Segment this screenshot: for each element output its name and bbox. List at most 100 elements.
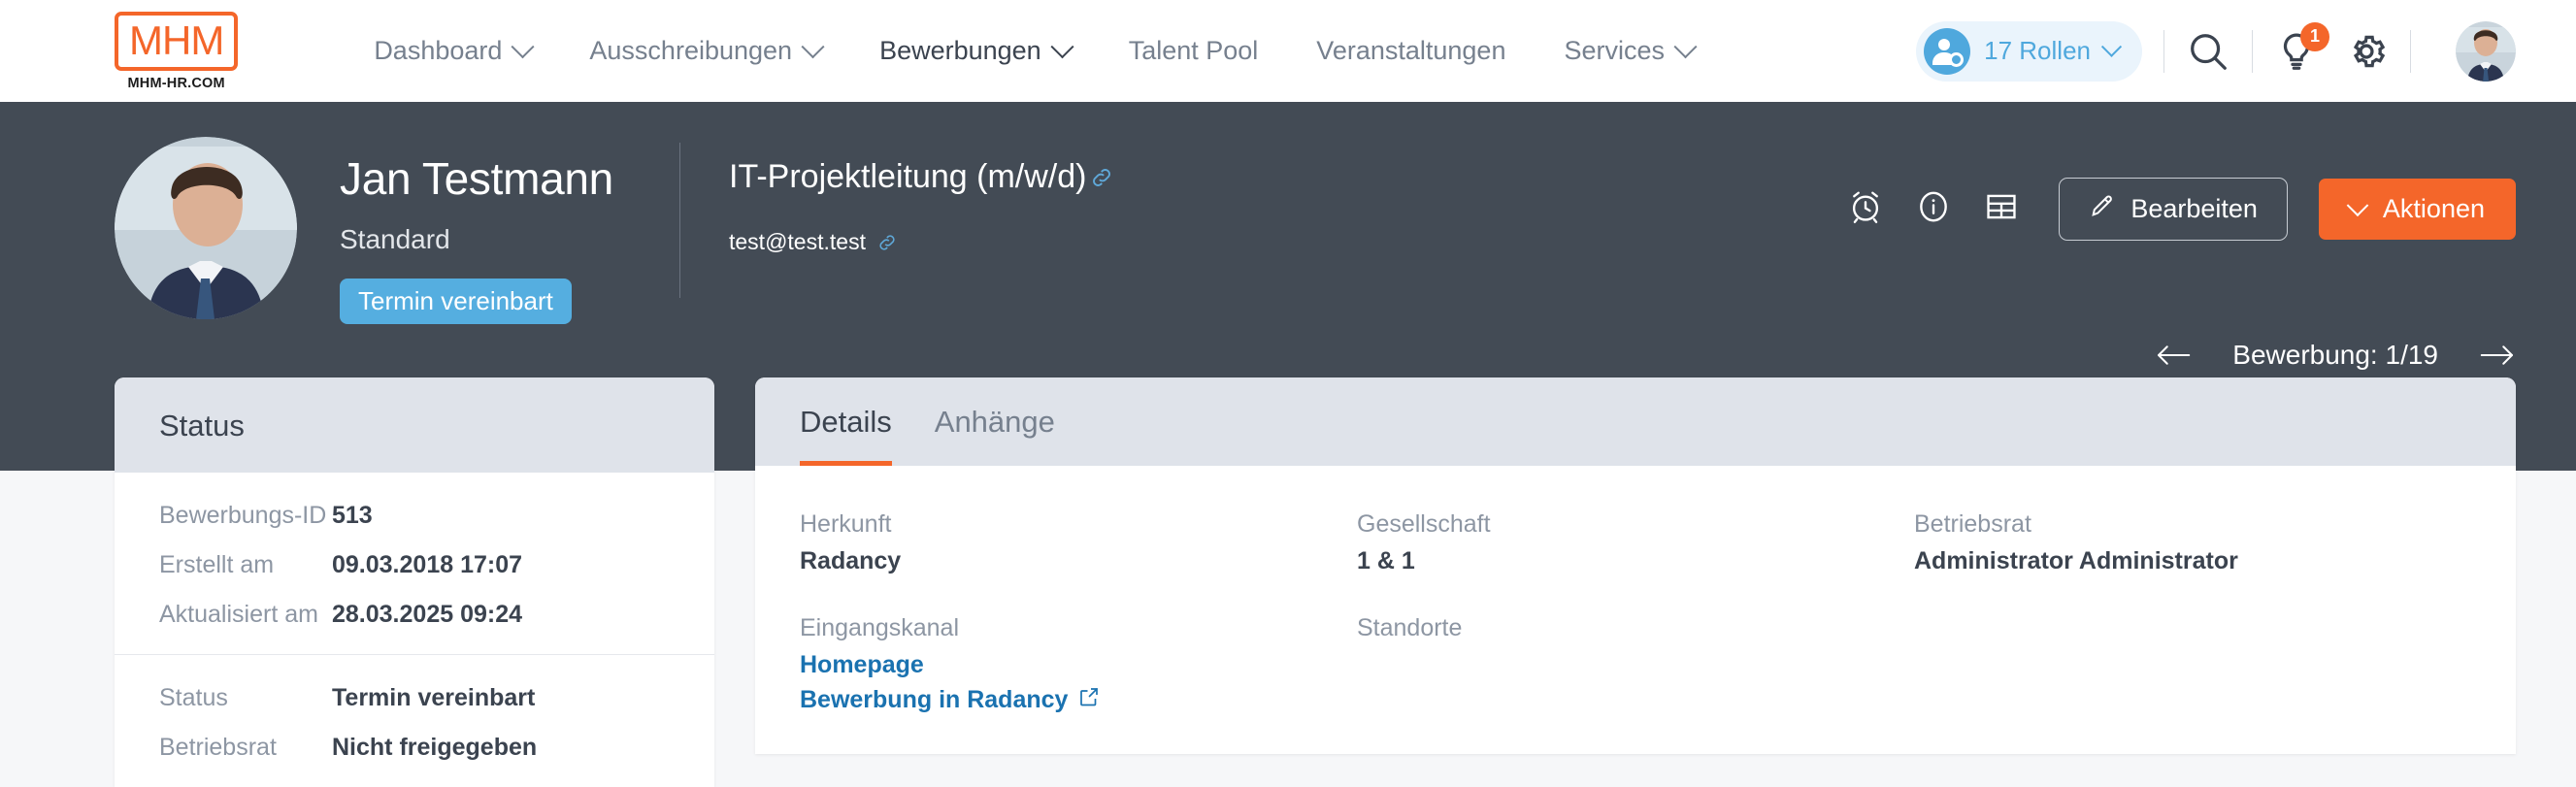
divider xyxy=(2163,29,2164,73)
link-icon[interactable] xyxy=(1089,165,1114,190)
nav-label: Veranstaltungen xyxy=(1316,36,1506,65)
nav-item-veranstaltungen[interactable]: Veranstaltungen xyxy=(1316,36,1505,66)
gear-icon[interactable] xyxy=(2344,29,2389,74)
field-eingangskanal: Eingangskanal Homepage Bewerbung in Rada… xyxy=(800,614,1318,715)
field-value: Radancy xyxy=(800,547,902,574)
nav-item-ausschreibungen[interactable]: Ausschreibungen xyxy=(589,35,825,66)
row-value: 513 xyxy=(332,502,373,529)
field-herkunft: Herkunft Radancy xyxy=(800,510,1318,575)
user-avatar[interactable] xyxy=(2456,20,2516,82)
link-bewerbung-in-radancy[interactable]: Bewerbung in Radancy xyxy=(800,685,1318,715)
logo-caption: MHM-HR.COM xyxy=(127,75,225,91)
nav-item-services[interactable]: Services xyxy=(1564,35,1698,66)
link-label: Bewerbung in Radancy xyxy=(800,686,1069,713)
field-gesellschaft: Gesellschaft 1 & 1 xyxy=(1357,510,1875,575)
lightbulb-icon[interactable]: 1 xyxy=(2274,21,2329,74)
actions-button[interactable]: Aktionen xyxy=(2318,179,2516,240)
tab-anhaenge[interactable]: Anhänge xyxy=(935,405,1055,466)
tab-details[interactable]: Details xyxy=(800,405,892,466)
next-arrow-icon[interactable] xyxy=(2479,341,2516,370)
applicant-type: Standard xyxy=(340,224,450,254)
job-info: IT-Projektleitung (m/w/d) test@test.test xyxy=(729,131,1114,255)
field-standorte: Standorte xyxy=(1357,614,1875,642)
logo-text: MHM xyxy=(129,16,224,63)
field-label: Betriebsrat xyxy=(1914,510,2031,538)
applicant-name: Jan Testmann xyxy=(340,153,613,204)
chevron-down-icon xyxy=(801,35,825,59)
chevron-down-icon xyxy=(1050,35,1074,59)
status-group-state: Status Termin vereinbart Betriebsrat Nic… xyxy=(115,654,714,787)
row-value: 28.03.2025 09:24 xyxy=(332,601,523,628)
content-area: Status Bewerbungs-ID 513 Erstellt am 09.… xyxy=(0,377,2576,787)
status-card: Status Bewerbungs-ID 513 Erstellt am 09.… xyxy=(115,377,714,787)
details-content: Herkunft Radancy Eingangskanal Homepage … xyxy=(755,466,2516,754)
chevron-down-icon xyxy=(2346,193,2369,216)
top-navigation-bar: MHM MHM-HR.COM Dashboard Ausschreibungen… xyxy=(0,0,2576,102)
external-link-icon xyxy=(1077,685,1101,715)
table-icon[interactable] xyxy=(1983,188,2020,230)
details-column-1: Herkunft Radancy Eingangskanal Homepage … xyxy=(800,510,1357,754)
search-icon[interactable] xyxy=(2186,29,2230,74)
row-value: 09.03.2018 17:07 xyxy=(332,551,523,578)
nav-item-talent-pool[interactable]: Talent Pool xyxy=(1129,36,1259,66)
divider xyxy=(2252,29,2253,73)
edit-button[interactable]: Bearbeiten xyxy=(2059,178,2288,241)
divider xyxy=(679,143,680,298)
table-row: Bewerbungs-ID 513 xyxy=(159,502,670,530)
table-row: Aktualisiert am 28.03.2025 09:24 xyxy=(159,601,670,629)
row-value: Nicht freigegeben xyxy=(332,734,538,761)
status-badge: Termin vereinbart xyxy=(340,279,572,324)
link-icon[interactable] xyxy=(876,232,898,253)
table-row: Status Termin vereinbart xyxy=(159,684,670,712)
applicant-avatar xyxy=(115,137,297,319)
field-label: Gesellschaft xyxy=(1357,510,1491,538)
row-value: Termin vereinbart xyxy=(332,684,536,711)
nav-label: Talent Pool xyxy=(1128,36,1259,65)
brand-logo[interactable]: MHM MHM-HR.COM xyxy=(115,11,239,91)
previous-arrow-icon[interactable] xyxy=(2155,341,2192,370)
header-controls: 17 Rollen 1 xyxy=(1916,20,2516,82)
applicant-email-row[interactable]: test@test.test xyxy=(729,229,1114,255)
actions-button-label: Aktionen xyxy=(2382,194,2485,223)
chevron-down-icon xyxy=(511,35,535,59)
field-value: Administrator Administrator xyxy=(1914,547,2238,574)
user-gear-icon xyxy=(1924,27,1971,75)
details-column-2: Gesellschaft 1 & 1 Standorte xyxy=(1357,510,1914,754)
field-label: Eingangskanal xyxy=(800,614,960,641)
nav-label: Bewerbungen xyxy=(879,36,1041,65)
row-key: Erstellt am xyxy=(159,551,275,578)
field-betriebsrat: Betriebsrat Administrator Administrator xyxy=(1914,510,2432,575)
field-label: Herkunft xyxy=(800,510,892,538)
job-title: IT-Projektleitung (m/w/d) xyxy=(729,158,1087,195)
link-label: Homepage xyxy=(800,651,924,678)
row-key: Status xyxy=(159,684,228,711)
row-key: Bewerbungs-ID xyxy=(159,502,327,529)
edit-button-label: Bearbeiten xyxy=(2130,194,2258,223)
chevron-down-icon xyxy=(1673,35,1698,59)
nav-item-bewerbungen[interactable]: Bewerbungen xyxy=(879,35,1074,66)
chevron-down-icon xyxy=(2100,36,2123,57)
banner-action-bar: Bearbeiten Aktionen xyxy=(1847,178,2516,241)
roles-selector[interactable]: 17 Rollen xyxy=(1916,20,2142,82)
nav-label: Ausschreibungen xyxy=(589,36,793,65)
applicant-identity: Jan Testmann Standard Termin vereinbart xyxy=(340,131,679,324)
status-card-title: Status xyxy=(159,409,245,443)
link-homepage[interactable]: Homepage xyxy=(800,651,1318,679)
field-label: Standorte xyxy=(1357,614,1463,641)
row-key: Aktualisiert am xyxy=(159,601,318,628)
pager-label: Bewerbung: 1/19 xyxy=(2232,340,2438,370)
job-title-row[interactable]: IT-Projektleitung (m/w/d) xyxy=(729,158,1114,196)
details-column-3: Betriebsrat Administrator Administrator xyxy=(1914,510,2471,754)
info-circle-icon[interactable] xyxy=(1915,188,1952,230)
row-key: Betriebsrat xyxy=(159,734,277,761)
application-pager: Bewerbung: 1/19 xyxy=(2155,340,2516,371)
tab-list: Details Anhänge xyxy=(755,377,2516,466)
alarm-clock-icon[interactable] xyxy=(1847,188,1884,230)
nav-label: Services xyxy=(1564,36,1665,65)
nav-item-dashboard[interactable]: Dashboard xyxy=(374,35,535,66)
status-card-header: Status xyxy=(115,377,714,473)
pencil-icon xyxy=(2089,192,2116,226)
status-group-meta: Bewerbungs-ID 513 Erstellt am 09.03.2018… xyxy=(115,473,714,654)
notification-badge: 1 xyxy=(2300,21,2329,51)
divider xyxy=(2410,29,2411,73)
